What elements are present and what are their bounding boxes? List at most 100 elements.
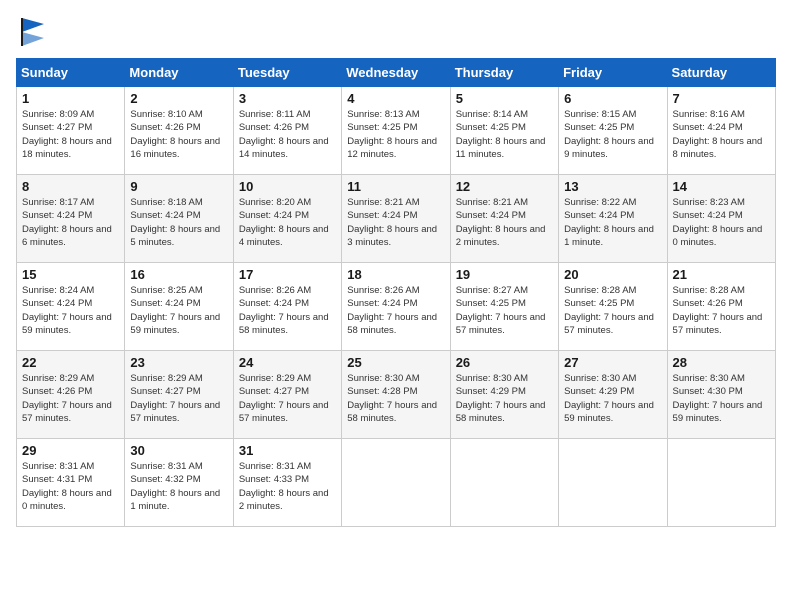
day-detail: Sunrise: 8:21 AMSunset: 4:24 PMDaylight:…	[456, 197, 546, 248]
calendar-week-4: 22 Sunrise: 8:29 AMSunset: 4:26 PMDaylig…	[17, 351, 776, 439]
calendar-cell: 18 Sunrise: 8:26 AMSunset: 4:24 PMDaylig…	[342, 263, 450, 351]
calendar-cell	[559, 439, 667, 527]
day-detail: Sunrise: 8:22 AMSunset: 4:24 PMDaylight:…	[564, 197, 654, 248]
calendar-cell	[667, 439, 775, 527]
day-number: 13	[564, 179, 661, 194]
calendar-cell: 28 Sunrise: 8:30 AMSunset: 4:30 PMDaylig…	[667, 351, 775, 439]
day-number: 29	[22, 443, 119, 458]
calendar-cell: 19 Sunrise: 8:27 AMSunset: 4:25 PMDaylig…	[450, 263, 558, 351]
calendar-table: SundayMondayTuesdayWednesdayThursdayFrid…	[16, 58, 776, 527]
day-number: 11	[347, 179, 444, 194]
day-detail: Sunrise: 8:26 AMSunset: 4:24 PMDaylight:…	[239, 285, 329, 336]
calendar-cell: 5 Sunrise: 8:14 AMSunset: 4:25 PMDayligh…	[450, 87, 558, 175]
calendar-cell	[450, 439, 558, 527]
calendar-cell: 21 Sunrise: 8:28 AMSunset: 4:26 PMDaylig…	[667, 263, 775, 351]
weekday-header-tuesday: Tuesday	[233, 59, 341, 87]
day-number: 21	[673, 267, 770, 282]
day-detail: Sunrise: 8:17 AMSunset: 4:24 PMDaylight:…	[22, 197, 112, 248]
weekday-header-saturday: Saturday	[667, 59, 775, 87]
day-number: 18	[347, 267, 444, 282]
day-detail: Sunrise: 8:09 AMSunset: 4:27 PMDaylight:…	[22, 109, 112, 160]
calendar-cell: 2 Sunrise: 8:10 AMSunset: 4:26 PMDayligh…	[125, 87, 233, 175]
day-detail: Sunrise: 8:30 AMSunset: 4:30 PMDaylight:…	[673, 373, 763, 424]
day-number: 22	[22, 355, 119, 370]
calendar-cell: 8 Sunrise: 8:17 AMSunset: 4:24 PMDayligh…	[17, 175, 125, 263]
day-detail: Sunrise: 8:29 AMSunset: 4:27 PMDaylight:…	[130, 373, 220, 424]
header	[16, 16, 776, 48]
day-detail: Sunrise: 8:26 AMSunset: 4:24 PMDaylight:…	[347, 285, 437, 336]
day-detail: Sunrise: 8:15 AMSunset: 4:25 PMDaylight:…	[564, 109, 654, 160]
calendar-cell: 7 Sunrise: 8:16 AMSunset: 4:24 PMDayligh…	[667, 87, 775, 175]
calendar-cell	[342, 439, 450, 527]
day-number: 26	[456, 355, 553, 370]
day-number: 25	[347, 355, 444, 370]
calendar-cell: 13 Sunrise: 8:22 AMSunset: 4:24 PMDaylig…	[559, 175, 667, 263]
day-number: 20	[564, 267, 661, 282]
day-number: 15	[22, 267, 119, 282]
calendar-cell: 26 Sunrise: 8:30 AMSunset: 4:29 PMDaylig…	[450, 351, 558, 439]
day-number: 31	[239, 443, 336, 458]
day-number: 17	[239, 267, 336, 282]
day-detail: Sunrise: 8:30 AMSunset: 4:29 PMDaylight:…	[456, 373, 546, 424]
calendar-cell: 6 Sunrise: 8:15 AMSunset: 4:25 PMDayligh…	[559, 87, 667, 175]
calendar-cell: 12 Sunrise: 8:21 AMSunset: 4:24 PMDaylig…	[450, 175, 558, 263]
calendar-cell: 24 Sunrise: 8:29 AMSunset: 4:27 PMDaylig…	[233, 351, 341, 439]
calendar-cell: 22 Sunrise: 8:29 AMSunset: 4:26 PMDaylig…	[17, 351, 125, 439]
logo	[16, 16, 46, 48]
weekday-header-wednesday: Wednesday	[342, 59, 450, 87]
day-detail: Sunrise: 8:24 AMSunset: 4:24 PMDaylight:…	[22, 285, 112, 336]
calendar-cell: 3 Sunrise: 8:11 AMSunset: 4:26 PMDayligh…	[233, 87, 341, 175]
calendar-cell: 1 Sunrise: 8:09 AMSunset: 4:27 PMDayligh…	[17, 87, 125, 175]
day-number: 8	[22, 179, 119, 194]
weekday-header-friday: Friday	[559, 59, 667, 87]
calendar-cell: 4 Sunrise: 8:13 AMSunset: 4:25 PMDayligh…	[342, 87, 450, 175]
calendar-week-2: 8 Sunrise: 8:17 AMSunset: 4:24 PMDayligh…	[17, 175, 776, 263]
day-detail: Sunrise: 8:29 AMSunset: 4:27 PMDaylight:…	[239, 373, 329, 424]
day-detail: Sunrise: 8:13 AMSunset: 4:25 PMDaylight:…	[347, 109, 437, 160]
day-detail: Sunrise: 8:10 AMSunset: 4:26 PMDaylight:…	[130, 109, 220, 160]
weekday-header-sunday: Sunday	[17, 59, 125, 87]
calendar-cell: 30 Sunrise: 8:31 AMSunset: 4:32 PMDaylig…	[125, 439, 233, 527]
calendar-cell: 27 Sunrise: 8:30 AMSunset: 4:29 PMDaylig…	[559, 351, 667, 439]
calendar-cell: 9 Sunrise: 8:18 AMSunset: 4:24 PMDayligh…	[125, 175, 233, 263]
calendar-cell: 23 Sunrise: 8:29 AMSunset: 4:27 PMDaylig…	[125, 351, 233, 439]
calendar-cell: 17 Sunrise: 8:26 AMSunset: 4:24 PMDaylig…	[233, 263, 341, 351]
day-detail: Sunrise: 8:28 AMSunset: 4:26 PMDaylight:…	[673, 285, 763, 336]
calendar-cell: 11 Sunrise: 8:21 AMSunset: 4:24 PMDaylig…	[342, 175, 450, 263]
calendar-cell: 16 Sunrise: 8:25 AMSunset: 4:24 PMDaylig…	[125, 263, 233, 351]
calendar-week-3: 15 Sunrise: 8:24 AMSunset: 4:24 PMDaylig…	[17, 263, 776, 351]
weekday-header-thursday: Thursday	[450, 59, 558, 87]
calendar-week-1: 1 Sunrise: 8:09 AMSunset: 4:27 PMDayligh…	[17, 87, 776, 175]
day-number: 24	[239, 355, 336, 370]
day-detail: Sunrise: 8:25 AMSunset: 4:24 PMDaylight:…	[130, 285, 220, 336]
calendar-cell: 29 Sunrise: 8:31 AMSunset: 4:31 PMDaylig…	[17, 439, 125, 527]
day-detail: Sunrise: 8:30 AMSunset: 4:28 PMDaylight:…	[347, 373, 437, 424]
day-number: 28	[673, 355, 770, 370]
day-number: 4	[347, 91, 444, 106]
day-number: 7	[673, 91, 770, 106]
day-detail: Sunrise: 8:16 AMSunset: 4:24 PMDaylight:…	[673, 109, 763, 160]
day-number: 19	[456, 267, 553, 282]
day-detail: Sunrise: 8:23 AMSunset: 4:24 PMDaylight:…	[673, 197, 763, 248]
calendar-cell: 14 Sunrise: 8:23 AMSunset: 4:24 PMDaylig…	[667, 175, 775, 263]
calendar-cell: 25 Sunrise: 8:30 AMSunset: 4:28 PMDaylig…	[342, 351, 450, 439]
day-number: 14	[673, 179, 770, 194]
day-number: 30	[130, 443, 227, 458]
day-detail: Sunrise: 8:31 AMSunset: 4:32 PMDaylight:…	[130, 461, 220, 512]
day-detail: Sunrise: 8:20 AMSunset: 4:24 PMDaylight:…	[239, 197, 329, 248]
day-detail: Sunrise: 8:11 AMSunset: 4:26 PMDaylight:…	[239, 109, 329, 160]
day-detail: Sunrise: 8:30 AMSunset: 4:29 PMDaylight:…	[564, 373, 654, 424]
day-number: 10	[239, 179, 336, 194]
calendar-week-5: 29 Sunrise: 8:31 AMSunset: 4:31 PMDaylig…	[17, 439, 776, 527]
day-number: 3	[239, 91, 336, 106]
calendar-cell: 20 Sunrise: 8:28 AMSunset: 4:25 PMDaylig…	[559, 263, 667, 351]
day-number: 6	[564, 91, 661, 106]
day-number: 27	[564, 355, 661, 370]
day-detail: Sunrise: 8:14 AMSunset: 4:25 PMDaylight:…	[456, 109, 546, 160]
day-number: 9	[130, 179, 227, 194]
day-number: 1	[22, 91, 119, 106]
day-number: 12	[456, 179, 553, 194]
logo-flag-icon	[20, 16, 46, 48]
day-detail: Sunrise: 8:31 AMSunset: 4:31 PMDaylight:…	[22, 461, 112, 512]
day-detail: Sunrise: 8:21 AMSunset: 4:24 PMDaylight:…	[347, 197, 437, 248]
